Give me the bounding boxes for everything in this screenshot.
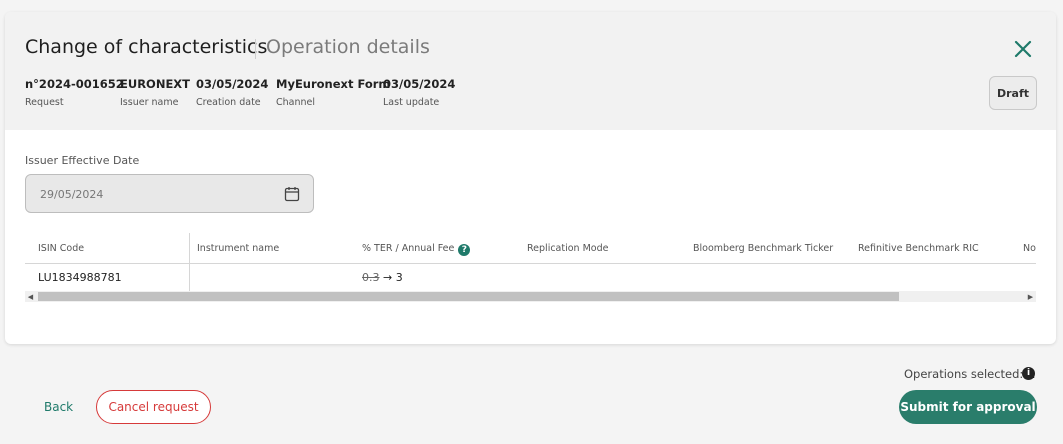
- issuer-effective-date-input[interactable]: 29/05/2024: [25, 174, 314, 213]
- back-button[interactable]: Back: [44, 400, 73, 414]
- meta-issuer: EURONEXT Issuer name: [120, 77, 190, 108]
- creation-date: 03/05/2024: [196, 77, 269, 91]
- column-header-instrument-name[interactable]: Instrument name: [197, 243, 279, 254]
- column-header-refinitive-ric[interactable]: Refinitive Benchmark RIC: [858, 243, 979, 254]
- issuer-name-label: Issuer name: [120, 97, 179, 108]
- meta-last-update: 03/05/2024 Last update: [383, 77, 455, 108]
- channel: MyEuronext Form: [276, 77, 391, 91]
- arrow-right-icon: →: [383, 271, 393, 284]
- column-header-isin[interactable]: ISIN Code: [38, 243, 84, 254]
- issuer-effective-date-label: Issuer Effective Date: [25, 154, 140, 167]
- column-header-replication-mode[interactable]: Replication Mode: [527, 243, 608, 254]
- ter-old-value: 0.3: [362, 271, 380, 284]
- calendar-icon[interactable]: [284, 186, 300, 202]
- card-header: Change of characteristics Operation deta…: [5, 12, 1056, 130]
- scrollbar-thumb[interactable]: [38, 292, 899, 301]
- status-badge: Draft: [989, 76, 1037, 110]
- column-divider: [189, 233, 190, 291]
- operations-selected: Operations selected: 1: [904, 367, 1035, 381]
- request-number: n°2024-001652: [25, 77, 124, 91]
- column-header-truncated[interactable]: No: [1023, 243, 1036, 254]
- issuer-name: EURONEXT: [120, 77, 191, 91]
- ter-new-value: 3: [395, 271, 403, 284]
- column-header-bloomberg-ticker[interactable]: Bloomberg Benchmark Ticker: [693, 243, 833, 254]
- meta-creation-date: 03/05/2024 Creation date: [196, 77, 268, 108]
- header-row-divider: [25, 263, 1036, 264]
- operation-details-card: Change of characteristics Operation deta…: [5, 12, 1056, 344]
- horizontal-scrollbar[interactable]: ◀ ▶: [25, 291, 1036, 302]
- request-label: Request: [25, 97, 64, 108]
- meta-request: n°2024-001652 Request: [25, 77, 124, 108]
- meta-channel: MyEuronext Form Channel: [276, 77, 390, 108]
- last-update-label: Last update: [383, 97, 440, 108]
- operations-table: ISIN Code Instrument name % TER / Annual…: [25, 233, 1036, 305]
- last-update: 03/05/2024: [383, 77, 456, 91]
- info-icon[interactable]: i: [1022, 367, 1035, 380]
- column-header-ter-label: % TER / Annual Fee: [362, 243, 455, 254]
- cell-isin: LU1834988781: [38, 271, 122, 284]
- scroll-right-icon[interactable]: ▶: [1025, 291, 1036, 302]
- title-divider: [255, 39, 256, 59]
- scroll-left-icon[interactable]: ◀: [25, 291, 36, 302]
- close-icon: [1014, 40, 1032, 58]
- page-title: Change of characteristics: [25, 36, 268, 58]
- column-header-ter[interactable]: % TER / Annual Fee?: [362, 243, 471, 256]
- operations-selected-label: Operations selected:: [904, 367, 1024, 381]
- cancel-request-button[interactable]: Cancel request: [96, 390, 211, 424]
- channel-label: Channel: [276, 97, 316, 108]
- page-subtitle: Operation details: [266, 36, 430, 58]
- question-icon[interactable]: ?: [458, 244, 471, 256]
- cell-ter: 0.3 → 3: [362, 271, 403, 284]
- close-button[interactable]: [1010, 36, 1036, 62]
- creation-date-label: Creation date: [196, 97, 261, 108]
- submit-for-approval-button[interactable]: Submit for approval: [899, 390, 1037, 424]
- issuer-effective-date-value: 29/05/2024: [40, 188, 104, 201]
